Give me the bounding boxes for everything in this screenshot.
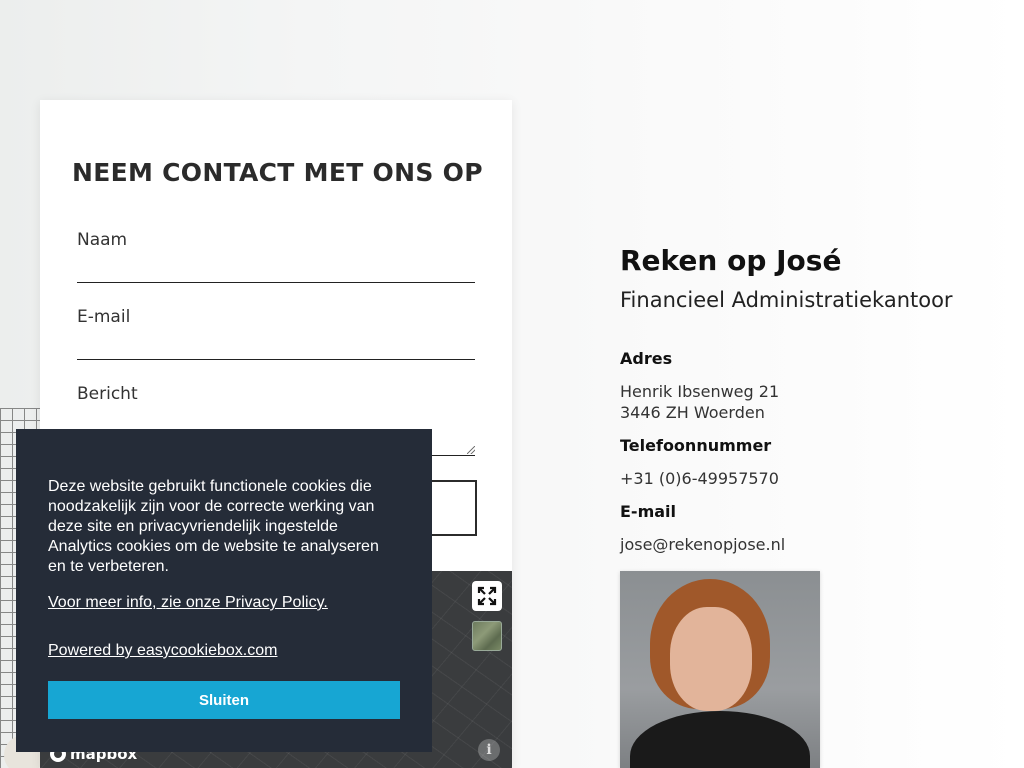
powered-by-link[interactable]: Powered by easycookiebox.com xyxy=(48,642,277,660)
cookie-banner: Deze website gebruikt functionele cookie… xyxy=(16,429,432,752)
email-heading: E-mail xyxy=(620,502,677,521)
address-line-1: Henrik Ibsenweg 21 xyxy=(620,382,780,401)
satellite-layer-toggle[interactable] xyxy=(472,621,502,651)
email-field-label: E-mail xyxy=(77,307,131,327)
email-field-underline xyxy=(77,359,475,360)
textarea-resize-handle[interactable] xyxy=(467,446,475,454)
privacy-policy-link[interactable]: Voor meer info, zie onze Privacy Policy. xyxy=(48,594,328,612)
fullscreen-icon[interactable] xyxy=(472,581,502,611)
name-input[interactable] xyxy=(77,258,475,280)
email-field: E-mail xyxy=(77,307,475,360)
portrait-face xyxy=(670,607,752,711)
company-name: Reken op José xyxy=(620,244,842,277)
address-line-2: 3446 ZH Woerden xyxy=(620,403,765,422)
company-subtitle: Financieel Administratiekantoor xyxy=(620,288,953,312)
phone-number[interactable]: +31 (0)6-49957570 xyxy=(620,468,779,489)
contact-form-title: NEEM CONTACT MET ONS OP xyxy=(72,158,483,187)
name-field-underline xyxy=(77,282,475,283)
name-field: Naam xyxy=(77,230,475,283)
message-field-label: Bericht xyxy=(77,384,138,404)
submit-button[interactable] xyxy=(432,480,477,536)
map-info-icon[interactable]: i xyxy=(478,739,500,761)
email-input[interactable] xyxy=(77,335,475,357)
cookie-notice-text: Deze website gebruikt functionele cookie… xyxy=(48,478,379,575)
address-heading: Adres xyxy=(620,349,673,368)
email-address[interactable]: jose@rekenopjose.nl xyxy=(620,534,785,555)
cookie-close-button[interactable]: Sluiten xyxy=(48,681,400,719)
portrait-photo xyxy=(620,571,820,768)
portrait-body xyxy=(630,711,810,768)
name-field-label: Naam xyxy=(77,230,128,250)
message-field: Bericht xyxy=(77,384,475,456)
phone-heading: Telefoonnummer xyxy=(620,436,772,455)
